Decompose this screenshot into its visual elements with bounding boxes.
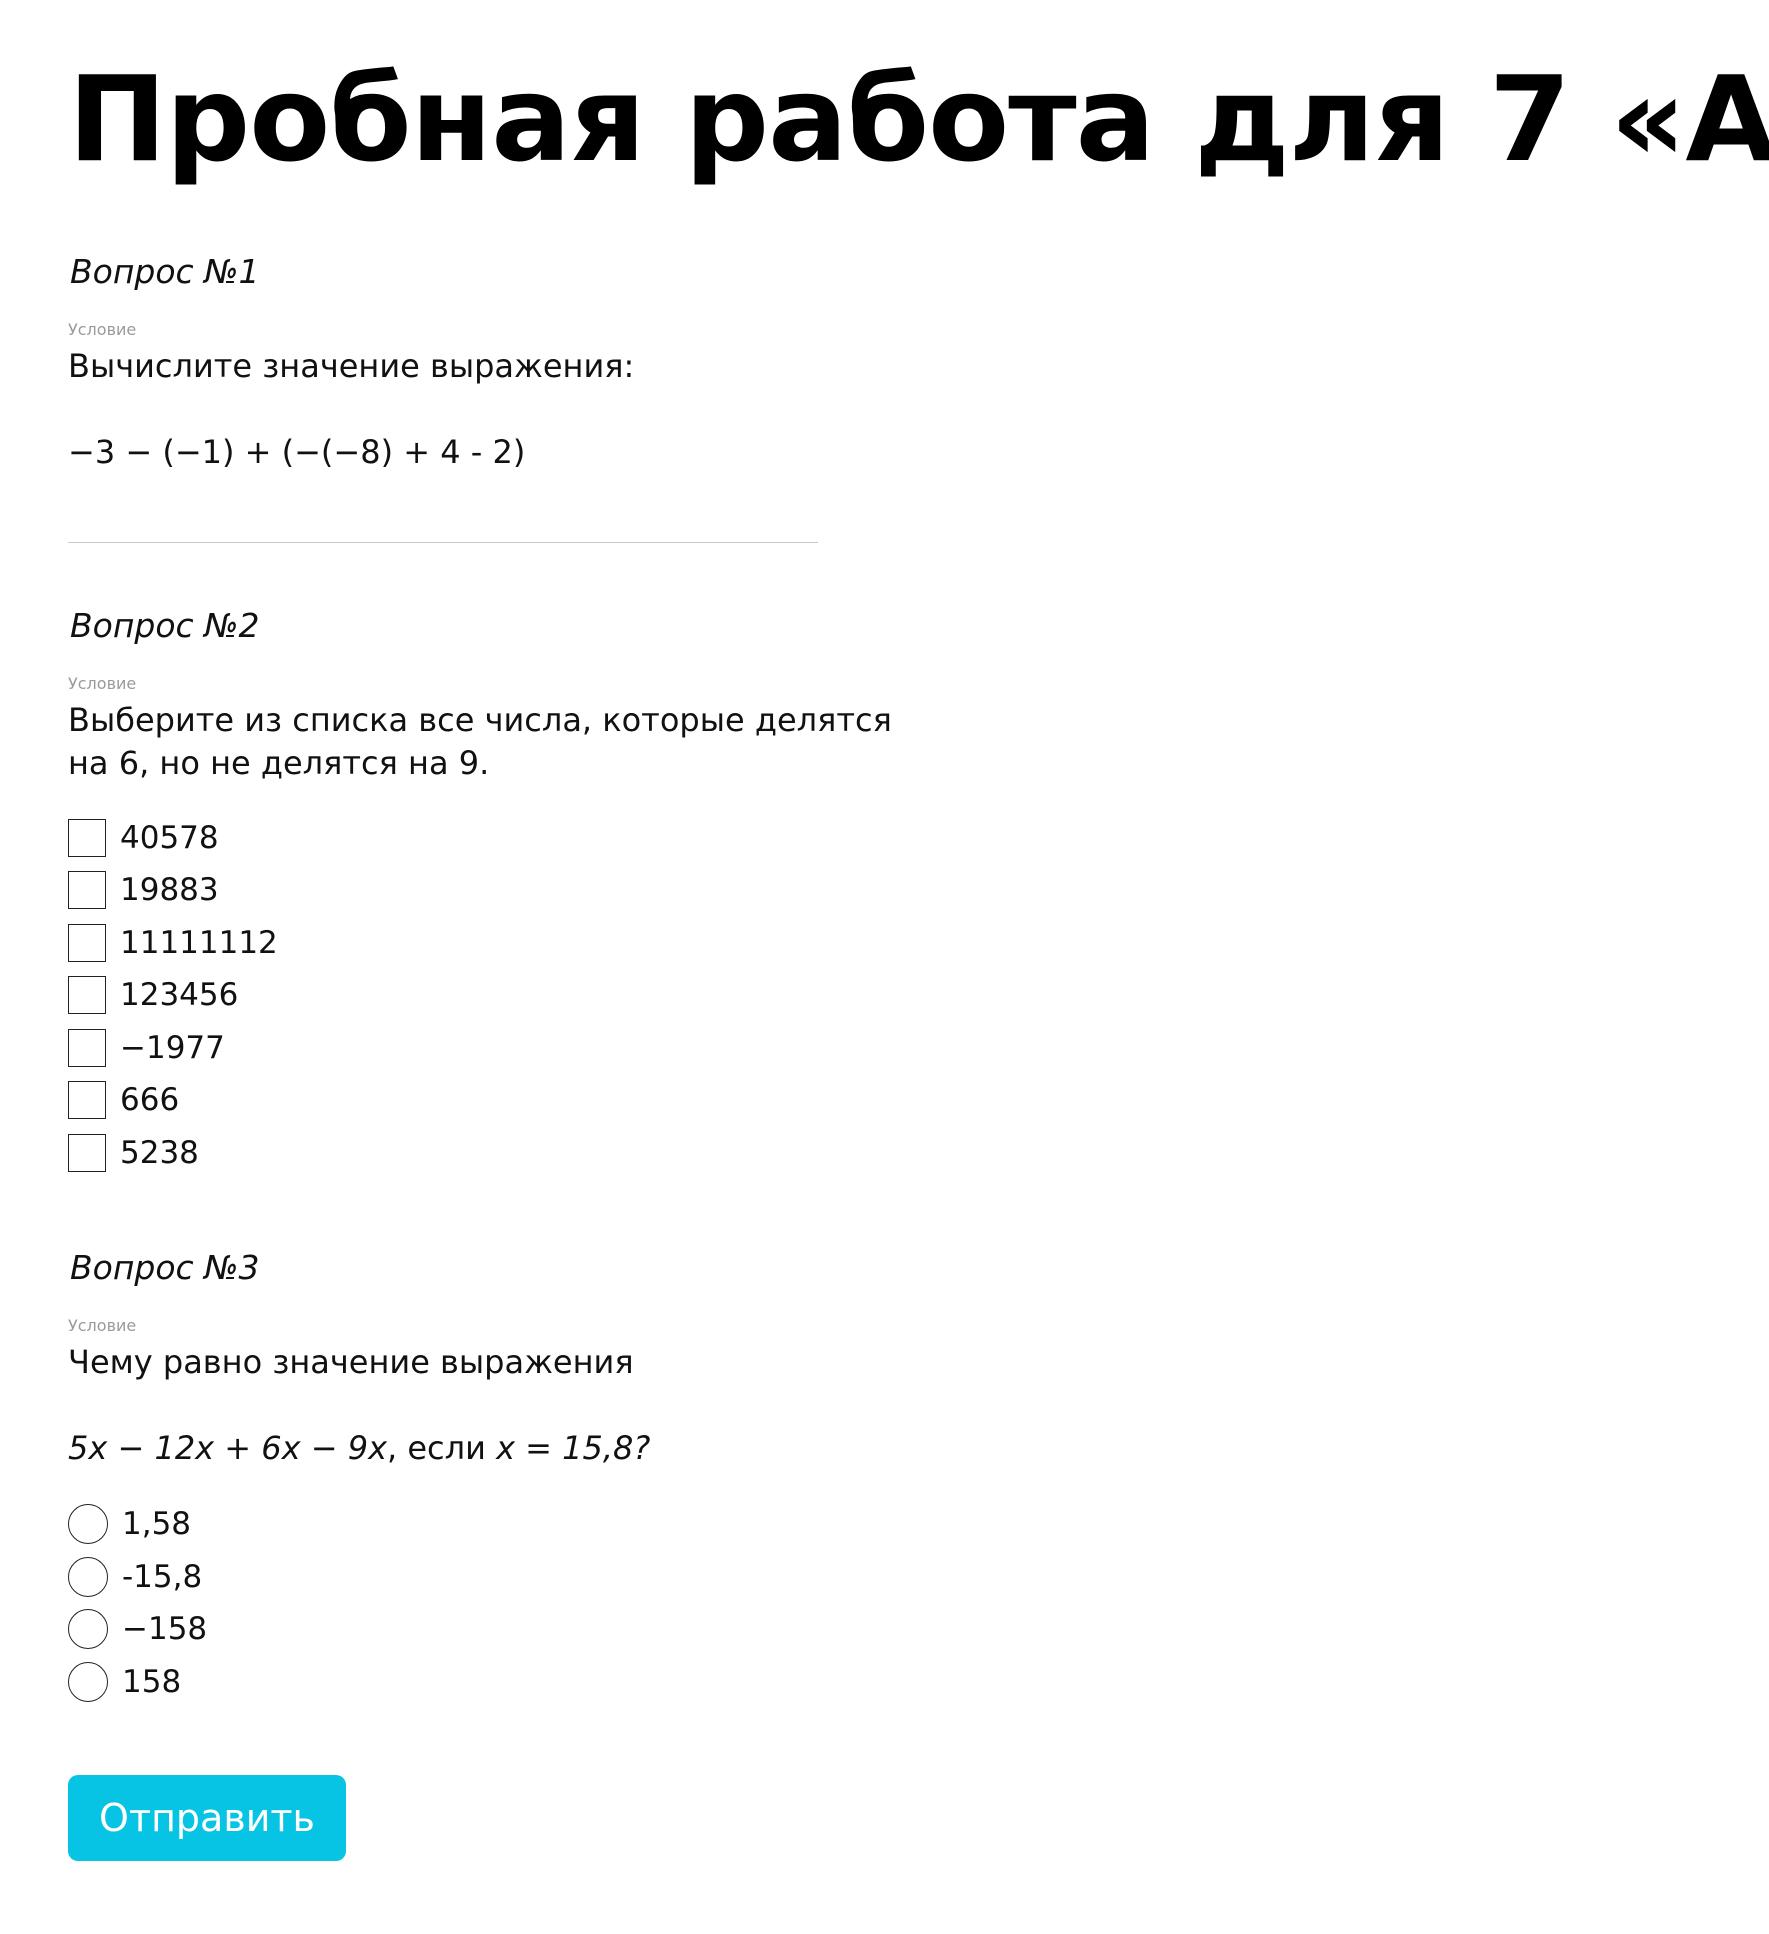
- question-3-expression-line: 5x − 12x + 6x − 9x, если x = 15,8?: [68, 1426, 650, 1470]
- question-2-option-3[interactable]: 11111112: [68, 923, 278, 963]
- question-1-heading: Вопрос №1: [70, 252, 260, 291]
- radio-button[interactable]: [68, 1504, 108, 1544]
- checkbox[interactable]: [68, 976, 106, 1014]
- question-2-condition-text-line1: Выберите из списка все числа, которые де…: [68, 701, 892, 739]
- question-2-option-4[interactable]: 123456: [68, 975, 238, 1015]
- checkbox[interactable]: [68, 1081, 106, 1119]
- radio-button[interactable]: [68, 1557, 108, 1597]
- question-3-expression-condition: x = 15,8?: [496, 1429, 651, 1467]
- option-label: −1977: [120, 1030, 225, 1066]
- checkbox[interactable]: [68, 871, 106, 909]
- checkbox[interactable]: [68, 1029, 106, 1067]
- option-label: 1,58: [122, 1506, 192, 1542]
- option-label: 19883: [120, 872, 219, 908]
- question-2-option-6[interactable]: 666: [68, 1080, 179, 1120]
- option-label: 158: [122, 1664, 182, 1700]
- question-1-expression: −3 − (−1) + (−(−8) + 4 - 2): [68, 433, 526, 471]
- submit-button[interactable]: Отправить: [68, 1775, 346, 1861]
- radio-button[interactable]: [68, 1662, 108, 1702]
- question-1-condition-label: Условие: [68, 320, 137, 339]
- option-label: −158: [122, 1611, 208, 1647]
- option-label: 40578: [120, 820, 219, 856]
- question-3-heading: Вопрос №3: [70, 1248, 260, 1287]
- question-2-option-1[interactable]: 40578: [68, 818, 219, 858]
- question-3-condition-text: Чему равно значение выражения: [68, 1343, 634, 1381]
- question-3-expression-joiner: , если: [387, 1429, 497, 1467]
- question-3-option-3[interactable]: −158: [68, 1609, 207, 1649]
- question-3-expression: 5x − 12x + 6x − 9x: [68, 1429, 388, 1467]
- option-label: 11111112: [120, 925, 278, 961]
- checkbox[interactable]: [68, 924, 106, 962]
- question-2-option-5[interactable]: −1977: [68, 1028, 225, 1068]
- option-label: 5238: [120, 1135, 199, 1171]
- question-2-option-2[interactable]: 19883: [68, 870, 219, 910]
- question-2-heading: Вопрос №2: [70, 606, 260, 645]
- page-title: Пробная работа для 7 «А»: [68, 50, 1769, 188]
- question-1-answer-input[interactable]: [68, 542, 818, 543]
- question-3-option-4[interactable]: 158: [68, 1662, 181, 1702]
- question-2-condition-text-line2: на 6, но не делятся на 9.: [68, 744, 490, 782]
- option-label: 666: [120, 1082, 180, 1118]
- question-2-option-7[interactable]: 5238: [68, 1133, 199, 1173]
- option-label: -15,8: [122, 1559, 203, 1595]
- question-3-option-1[interactable]: 1,58: [68, 1504, 191, 1544]
- radio-button[interactable]: [68, 1609, 108, 1649]
- checkbox[interactable]: [68, 1134, 106, 1172]
- question-3-condition-label: Условие: [68, 1316, 137, 1335]
- question-1-condition-text: Вычислите значение выражения:: [68, 347, 635, 385]
- checkbox[interactable]: [68, 819, 106, 857]
- option-label: 123456: [120, 977, 239, 1013]
- question-3-option-2[interactable]: -15,8: [68, 1557, 202, 1597]
- question-2-condition-label: Условие: [68, 674, 137, 693]
